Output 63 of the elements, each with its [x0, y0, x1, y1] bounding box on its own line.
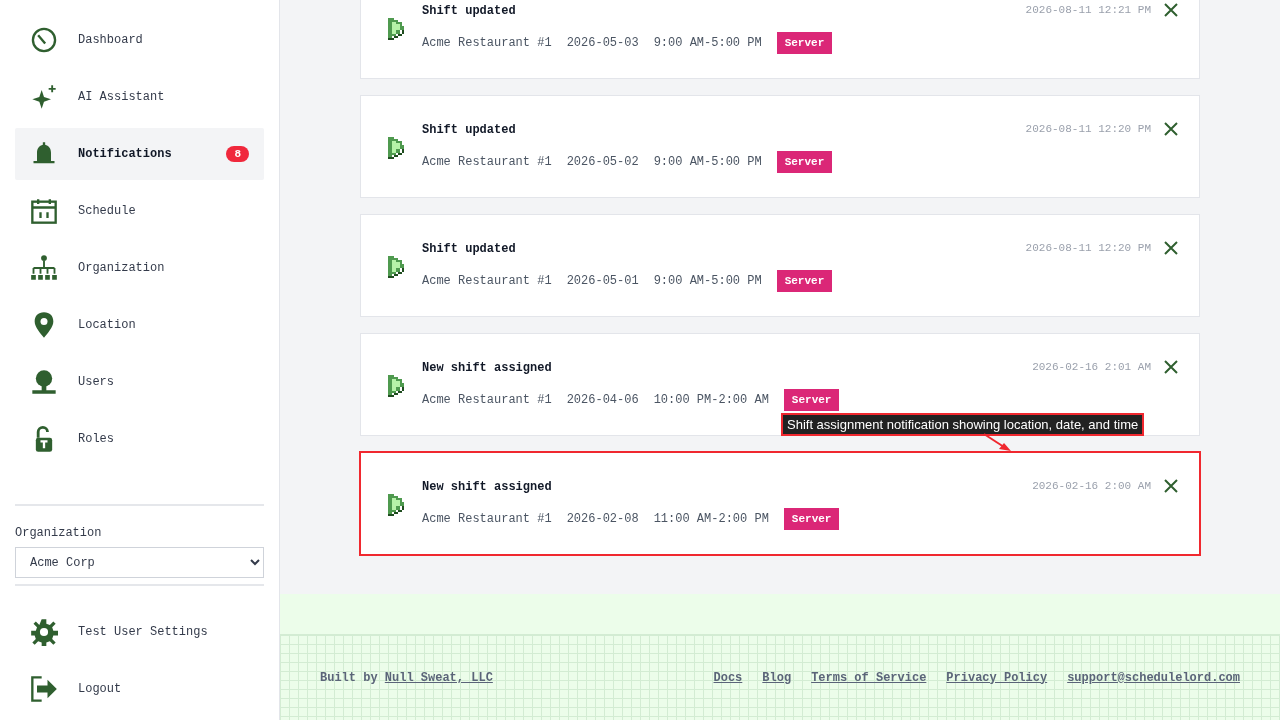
close-button[interactable] [1163, 121, 1179, 137]
close-button[interactable] [1163, 359, 1179, 375]
calendar-icon [30, 197, 58, 225]
footer-link[interactable]: support@schedulelord.com [1067, 670, 1240, 685]
sparkle-icon [30, 83, 58, 111]
timestamp: 2026-08-11 12:20 PM [1025, 242, 1151, 254]
credit-text: Built by Null Sweat, LLC [320, 670, 493, 685]
count-badge: 8 [226, 146, 249, 162]
notification-title: Shift updated [422, 123, 517, 137]
organization-select[interactable]: Acme Corp [15, 547, 264, 578]
nav-item[interactable]: AI Assistant [15, 71, 264, 123]
location-text: Acme Restaurant #1 [422, 155, 552, 169]
annotation-label: Shift assignment notification showing location, date, and time [781, 413, 1145, 436]
notification-title: Shift updated [422, 4, 517, 18]
nav-item[interactable]: Organization [15, 242, 264, 294]
timestamp: 2026-02-16 2:01 AM [1032, 361, 1151, 373]
settings-icon [30, 618, 58, 646]
nav-item[interactable]: Users [15, 356, 264, 408]
nav-item[interactable]: Schedule [15, 185, 264, 237]
time-text: 9:00 AM-5:00 PM [653, 155, 762, 169]
dashboard-icon [30, 26, 58, 54]
time-text: 10:00 PM-2:00 AM [653, 393, 769, 407]
nav-item[interactable]: Location [15, 299, 264, 351]
close-button[interactable] [1163, 2, 1179, 18]
organization-label: Organization [15, 526, 103, 541]
nav-item[interactable]: Logout [15, 663, 264, 715]
notification-title: New shift assigned [422, 361, 553, 375]
footer-link[interactable]: Blog [762, 670, 792, 685]
role-tag: Server [783, 508, 840, 530]
role-tag: Server [783, 389, 840, 411]
footer-link[interactable]: Privacy Policy [946, 670, 1048, 685]
notification-title: New shift assigned [422, 480, 553, 494]
notification-title: Shift updated [422, 242, 517, 256]
date-text: 2026-02-08 [566, 512, 639, 526]
author-link[interactable]: Null Sweat, LLC [384, 670, 493, 685]
role-tag: Server [776, 151, 833, 173]
close-button[interactable] [1163, 478, 1179, 494]
close-button[interactable] [1163, 240, 1179, 256]
logout-icon [30, 675, 58, 703]
role-tag: Server [776, 270, 833, 292]
nav-item[interactable]: Roles [15, 413, 264, 465]
location-text: Acme Restaurant #1 [422, 36, 552, 50]
nav-item[interactable]: Dashboard [15, 14, 264, 66]
org-chart-icon [30, 254, 58, 282]
time-text: 9:00 AM-5:00 PM [653, 36, 762, 50]
timestamp: 2026-08-11 12:20 PM [1025, 123, 1151, 135]
location-text: Acme Restaurant #1 [422, 512, 552, 526]
role-tag: Server [776, 32, 833, 54]
location-text: Acme Restaurant #1 [422, 393, 552, 407]
user-icon [30, 368, 58, 396]
date-text: 2026-05-02 [566, 155, 639, 169]
timestamp: 2026-08-11 12:21 PM [1025, 4, 1151, 16]
nav-item[interactable]: Notifications 8 [15, 128, 264, 180]
footer-link[interactable]: Docs [713, 670, 743, 685]
date-text: 2026-05-01 [566, 274, 639, 288]
location-text: Acme Restaurant #1 [422, 274, 552, 288]
date-text: 2026-05-03 [566, 36, 639, 50]
time-text: 9:00 AM-5:00 PM [653, 274, 762, 288]
footer-link[interactable]: Terms of Service [811, 670, 927, 685]
time-text: 11:00 AM-2:00 PM [653, 512, 769, 526]
date-text: 2026-04-06 [566, 393, 639, 407]
timestamp: 2026-02-16 2:00 AM [1032, 480, 1151, 492]
nav-item[interactable]: Test User Settings [15, 606, 264, 658]
